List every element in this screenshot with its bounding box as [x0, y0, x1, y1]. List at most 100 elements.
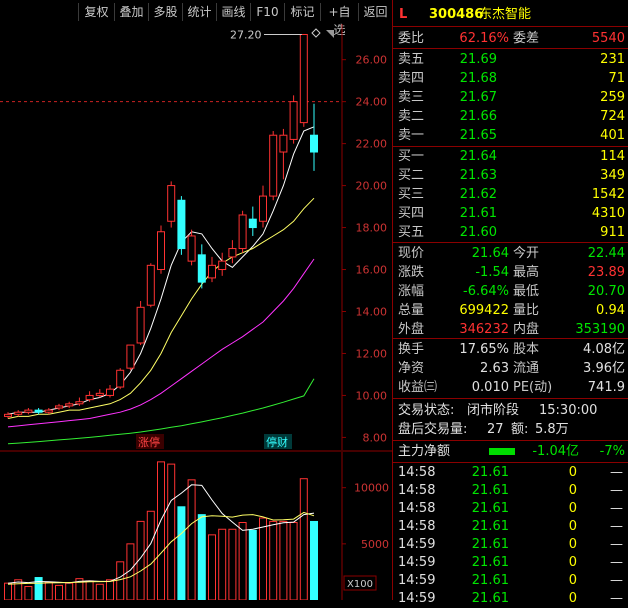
tick-row[interactable]: 14:58 21.61 0 —	[393, 518, 627, 536]
price-tick-label: 20.00	[356, 180, 388, 193]
after-hours-amount-label: 额:	[511, 422, 529, 437]
ask-level-volume: 724	[600, 109, 625, 124]
tick-row[interactable]: 14:59 21.61 0 —	[393, 554, 627, 572]
volume-bar	[146, 510, 155, 600]
order-diff-value: 5540	[591, 31, 625, 46]
candle-body	[259, 195, 267, 222]
tick-row[interactable]: 14:58 21.61 0 —	[393, 482, 627, 500]
candle-body	[106, 388, 114, 396]
quote-label: 涨幅	[398, 284, 425, 299]
price-tick-label: 10.00	[356, 389, 388, 402]
quote-label: 量比	[513, 303, 540, 318]
toolbar-back-button[interactable]: 返回	[358, 3, 392, 21]
price-tick-label: 22.00	[356, 138, 388, 151]
volume-bar	[55, 584, 63, 600]
tick-row[interactable]: 14:59 21.61 0 —	[393, 536, 627, 554]
candle	[177, 196, 186, 255]
tick-row[interactable]: 14:59 21.61 0 —	[393, 572, 627, 590]
bid-level-volume: 114	[600, 149, 625, 164]
volume-tick-label: 5000	[361, 538, 389, 551]
suspend-finance-tag[interactable]: 停财	[266, 435, 288, 449]
fundamental-value: 0.010	[471, 380, 509, 395]
bid-level-price: 21.64	[459, 149, 497, 164]
ask-level-row[interactable]: 卖五 21.69 231	[393, 50, 627, 69]
toolbar-multi-stock-button[interactable]: 多股	[148, 3, 182, 21]
tick-row[interactable]: 14:59 21.61 0 —	[393, 590, 627, 608]
expand-arrow-icon[interactable]	[326, 30, 334, 38]
candle	[218, 252, 227, 276]
tick-price: 21.61	[471, 465, 509, 480]
bid-level-row[interactable]: 买四 21.61 4310	[393, 204, 627, 223]
volume-bar	[4, 582, 12, 600]
candle	[167, 181, 176, 228]
fundamental-label: 换手	[398, 342, 425, 357]
max-price-label: 27.20	[230, 28, 262, 41]
volume-axis-grid: 10000 5000	[342, 482, 389, 551]
after-hours-row: 盘后交易量: 27 额: 5.8万	[393, 420, 627, 439]
candle-body	[34, 409, 43, 413]
limit-up-tag[interactable]: 涨停	[138, 435, 160, 449]
tick-time: 14:58	[398, 465, 436, 480]
volume-bar	[65, 582, 74, 600]
order-ratio-row: 委比 62.16% 委差 5540	[393, 29, 627, 48]
volume-bar	[208, 534, 216, 600]
ask-level-volume: 259	[600, 90, 625, 105]
price-tick-label: 26.00	[356, 54, 388, 67]
ask-level-row[interactable]: 卖一 21.65 401	[393, 126, 627, 145]
tick-flag: —	[610, 573, 623, 588]
candle-body	[116, 369, 125, 388]
volume-bar	[24, 586, 33, 600]
candle-body	[299, 33, 308, 124]
tick-row[interactable]: 14:58 21.61 0 —	[393, 464, 627, 482]
main-force-row[interactable]: 主力净额 -1.04亿 -7%	[393, 442, 627, 461]
bid-level-volume: 4310	[591, 206, 625, 221]
separator	[393, 48, 628, 49]
volume-bar	[34, 577, 43, 600]
main-force-label: 主力净额	[398, 444, 451, 459]
bid-level-row[interactable]: 买三 21.62 1542	[393, 185, 627, 204]
toolbar-f10-button[interactable]: F10	[250, 3, 284, 21]
candle	[126, 344, 135, 371]
bid-level-row[interactable]: 买五 21.60 911	[393, 223, 627, 242]
kline-chart-area[interactable]: 26.00 24.00 22.00 20.00 18.00 16.00 14.00 12.00…	[0, 24, 392, 600]
fundamental-row: 净资 2.63 流通 3.96亿	[393, 359, 627, 378]
ask-level-row[interactable]: 卖三 21.67 259	[393, 88, 627, 107]
tick-time: 14:58	[398, 501, 436, 516]
ask-level-price: 21.65	[459, 128, 497, 143]
volume-bar	[218, 528, 227, 600]
trading-status-label: 交易状态:	[398, 403, 455, 418]
bid-level-row[interactable]: 买二 21.63 349	[393, 166, 627, 185]
bid-level-label: 买二	[398, 168, 425, 183]
toolbar-overlay-button[interactable]: 叠加	[114, 3, 148, 21]
toolbar-draw-line-button[interactable]: 画线	[216, 3, 250, 21]
ask-level-row[interactable]: 卖四 21.68 71	[393, 69, 627, 88]
ask-level-price: 21.69	[459, 52, 497, 67]
ask-level-price: 21.68	[459, 71, 497, 86]
tick-flag: —	[610, 465, 623, 480]
bid-level-label: 买四	[398, 206, 425, 221]
candle	[310, 103, 318, 171]
toolbar-fuquan-button[interactable]: 复权	[78, 3, 114, 21]
tick-price: 21.61	[471, 591, 509, 606]
candle-body	[24, 409, 33, 413]
tick-volume: 0	[568, 537, 577, 552]
ma-line-ma60	[7, 378, 315, 445]
ma-line-ma20	[7, 258, 315, 428]
volume-bars	[4, 461, 318, 600]
tick-volume: 0	[568, 465, 577, 480]
diamond-icon[interactable]	[311, 28, 321, 38]
toolbar-statistics-button[interactable]: 统计	[182, 3, 216, 21]
ask-level-row[interactable]: 卖二 21.66 724	[393, 107, 627, 126]
bid-level-row[interactable]: 买一 21.64 114	[393, 147, 627, 166]
quote-label: 最高	[513, 265, 540, 280]
tick-row[interactable]: 14:58 21.61 0 —	[393, 500, 627, 518]
volume-bar	[85, 580, 94, 600]
quote-value: 20.70	[587, 284, 625, 299]
toolbar-add-watchlist-button[interactable]: +自选	[320, 3, 358, 37]
quote-label: 今开	[513, 246, 540, 261]
candle-body	[310, 134, 318, 153]
toolbar-mark-button[interactable]: 标记	[284, 3, 320, 21]
candle-body	[4, 413, 12, 417]
fundamental-value: 4.08亿	[583, 342, 625, 357]
bid-level-price: 21.61	[459, 206, 497, 221]
